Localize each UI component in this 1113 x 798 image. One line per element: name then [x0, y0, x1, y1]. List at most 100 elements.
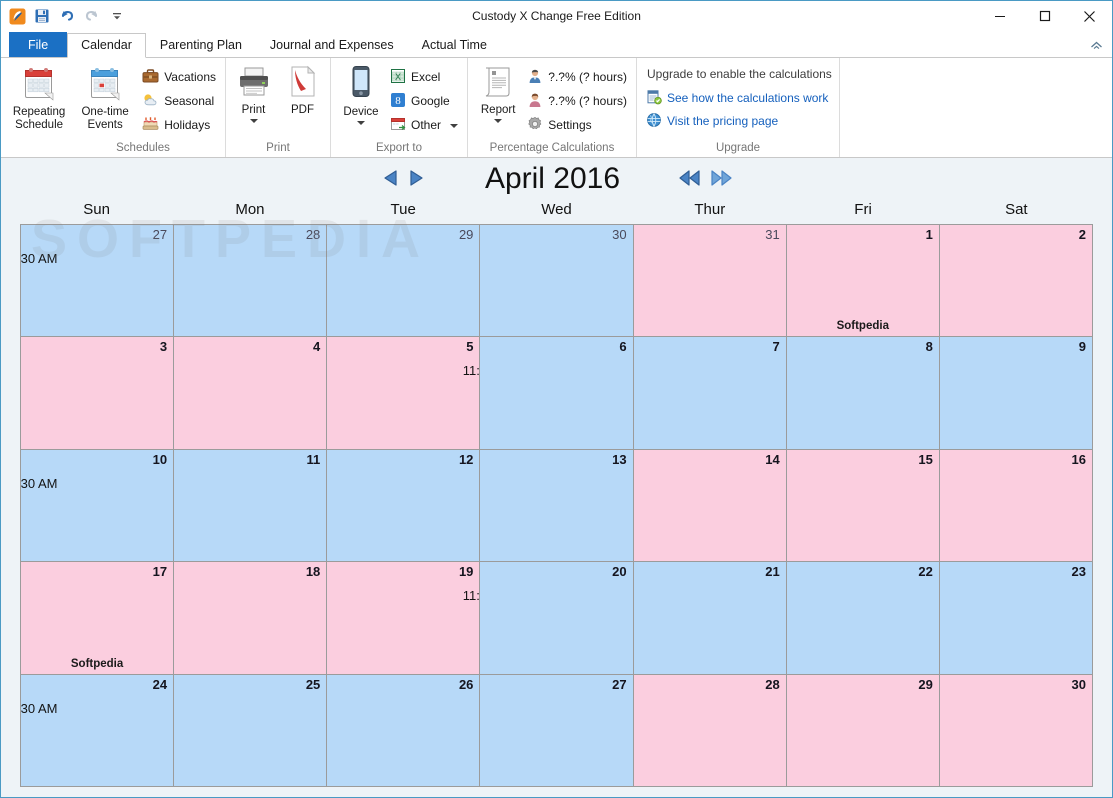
prev-year-arrow[interactable] — [678, 168, 704, 191]
vacations-button[interactable]: Vacations — [139, 66, 219, 88]
calendar-day-cell[interactable]: 28 — [174, 225, 328, 337]
tab-actual-time[interactable]: Actual Time — [408, 33, 501, 57]
day-number: 8 — [925, 339, 933, 355]
calendar-day-cell[interactable]: 21 — [633, 562, 787, 674]
export-to-group-title: Export to — [375, 142, 423, 154]
other-chevron-down-icon[interactable] — [450, 124, 458, 128]
calendar-day-cell[interactable]: 9 — [939, 337, 1092, 449]
printer-icon — [237, 65, 271, 102]
one-time-events-button[interactable]: One-time Events — [73, 62, 137, 132]
dow-sat: Sat — [1005, 201, 1028, 218]
calendar-day-cell[interactable]: 31 — [633, 225, 787, 337]
calendar-week-row: 24:30 AM 25 26 27 28 29 30 — [21, 674, 1092, 786]
day-of-week-header-row: Sun Mon Tue Wed Thur Fri Sat — [1, 200, 1112, 224]
tab-parenting-plan[interactable]: Parenting Plan — [146, 33, 256, 57]
save-icon[interactable] — [31, 5, 53, 27]
dow-sun: Sun — [83, 201, 110, 218]
percentage-settings-button[interactable]: Settings — [524, 114, 630, 136]
repeating-schedule-label-line2: Schedule — [15, 119, 64, 131]
tab-file[interactable]: File — [9, 32, 68, 57]
calendar-day-cell[interactable]: 7 — [633, 337, 787, 449]
next-month-arrow[interactable] — [405, 168, 427, 191]
parent-b-percentage-button[interactable]: ?.?% (? hours) — [524, 90, 630, 112]
day-number: 5 — [466, 339, 474, 355]
parent-a-percentage-button[interactable]: ?.?% (? hours) — [524, 66, 630, 88]
softpedia-watermark: Softpedia — [70, 657, 124, 670]
calendar-day-cell[interactable]: 14 — [633, 449, 787, 562]
minimize-button[interactable] — [977, 1, 1022, 31]
see-how-calculations-work-link[interactable]: See how the calculations work — [643, 87, 831, 109]
calendar-day-cell[interactable]: 28 — [633, 674, 787, 786]
calendar-day-cell[interactable]: 24:30 AM — [21, 674, 175, 786]
calendar-day-cell[interactable]: 29 — [786, 674, 940, 786]
google-button[interactable]: 8 Google — [387, 90, 461, 112]
visit-pricing-page-link[interactable]: Visit the pricing page — [643, 110, 781, 132]
calendar-day-cell[interactable]: 27 — [480, 674, 634, 786]
report-button[interactable]: Report — [474, 62, 522, 123]
day-number: 6 — [619, 339, 627, 355]
prev-month-arrow[interactable] — [380, 168, 402, 191]
seasonal-button[interactable]: Seasonal — [139, 90, 219, 112]
calendar-day-cell[interactable]: 26 — [327, 674, 481, 786]
app-logo-icon[interactable] — [6, 5, 28, 27]
calendar-day-cell[interactable]: 13 — [480, 449, 634, 562]
calendar-day-cell[interactable]: 6 — [480, 337, 634, 449]
close-button[interactable] — [1067, 1, 1112, 31]
calendar-day-cell[interactable]: 30 — [480, 225, 634, 337]
calendar-day-cell[interactable]: 11 — [174, 449, 328, 562]
report-chevron-down-icon[interactable] — [494, 119, 503, 123]
ribbon-group-print: Print PDF Print — [226, 58, 331, 157]
percentage-small-buttons: ?.?% (? hours) ?.?% (? hours) Settings — [524, 62, 630, 136]
collapse-ribbon-icon[interactable] — [1088, 37, 1104, 53]
other-calendar-icon — [390, 116, 406, 135]
ribbon-group-upgrade: Upgrade to enable the calculations See h… — [637, 58, 840, 157]
maximize-button[interactable] — [1022, 1, 1067, 31]
gear-icon — [527, 116, 543, 135]
redo-icon[interactable] — [81, 5, 103, 27]
print-button[interactable]: Print — [232, 62, 275, 123]
day-number: 29 — [918, 676, 933, 692]
tab-journal-and-expenses[interactable]: Journal and Expenses — [256, 33, 408, 57]
other-button[interactable]: Other — [387, 114, 461, 136]
excel-label: Excel — [410, 70, 441, 84]
print-chevron-down-icon[interactable] — [249, 119, 258, 123]
calendar-day-cell[interactable]: 8 — [786, 337, 940, 449]
calendar-day-cell[interactable]: 22 — [786, 562, 940, 674]
calendar-day-cell[interactable]: 19 11:30 PM — [327, 562, 481, 674]
calendar-day-cell[interactable]: 2 — [939, 225, 1092, 337]
calendar-day-cell[interactable]: 15 — [786, 449, 940, 562]
title-bar: Custody X Change Free Edition — [1, 1, 1112, 31]
pdf-button[interactable]: PDF — [281, 62, 324, 117]
next-year-arrow[interactable] — [707, 168, 733, 191]
calendar-day-cell[interactable]: 29 — [327, 225, 481, 337]
visit-pricing-page-label: Visit the pricing page — [667, 114, 779, 128]
calendar-day-cell[interactable]: 16 — [939, 449, 1092, 562]
device-button[interactable]: Device — [337, 62, 385, 125]
calendar-day-cell[interactable]: 3 — [21, 337, 175, 449]
device-chevron-down-icon[interactable] — [356, 121, 365, 125]
calendar-day-cell[interactable]: 30 — [939, 674, 1092, 786]
day-number: 21 — [765, 564, 780, 580]
customize-qat-icon[interactable] — [106, 5, 128, 27]
calendar-day-cell[interactable]: 18 — [174, 562, 328, 674]
calendar-day-cell[interactable]: 23 — [939, 562, 1092, 674]
calendar-day-cell[interactable]: 27:30 AM — [21, 225, 175, 337]
calendar-day-cell[interactable]: 20 — [480, 562, 634, 674]
calendar-day-cell[interactable]: 1 Softpedia — [786, 225, 940, 337]
repeating-schedule-button[interactable]: Repeating Schedule — [7, 62, 71, 132]
day-number: 9 — [1078, 339, 1086, 355]
calendar-day-cell[interactable]: 17 Softpedia — [21, 562, 175, 674]
calendar-day-cell[interactable]: 10:30 AM — [21, 449, 175, 562]
transition-time-label: :30 AM — [21, 700, 58, 716]
undo-icon[interactable] — [56, 5, 78, 27]
pdf-icon — [288, 65, 318, 102]
day-number: 2 — [1078, 227, 1086, 242]
calendar-day-cell[interactable]: 12 — [327, 449, 481, 562]
tab-calendar[interactable]: Calendar — [67, 33, 146, 58]
excel-button[interactable]: X Excel — [387, 66, 461, 88]
calendar-day-cell[interactable]: 25 — [174, 674, 328, 786]
holidays-button[interactable]: Holidays — [139, 114, 219, 136]
calendar-day-cell[interactable]: 4 — [174, 337, 328, 449]
day-number: 29 — [458, 227, 474, 242]
calendar-day-cell[interactable]: 5 11:30 PM — [327, 337, 481, 449]
